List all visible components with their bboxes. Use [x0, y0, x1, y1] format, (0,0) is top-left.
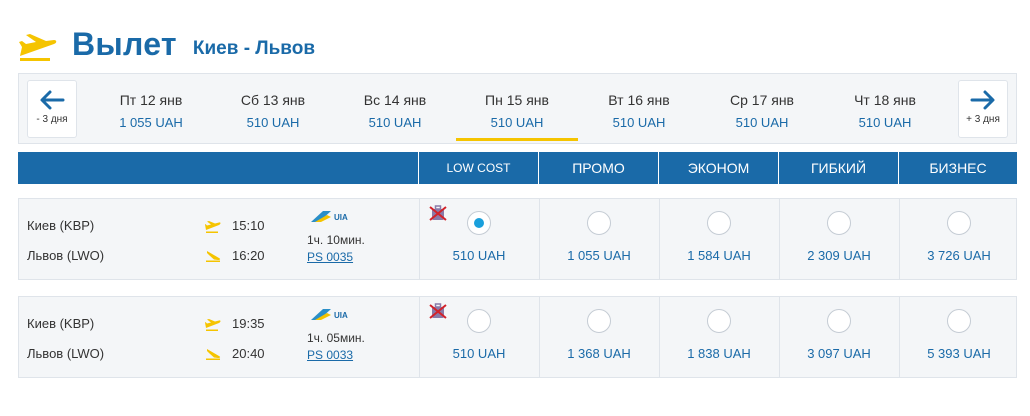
date-label: Вт 16 янв	[608, 92, 670, 108]
date-label: Сб 13 янв	[240, 92, 306, 108]
date-strip: - 3 дня Пт 12 янв 1 055 UAH Сб 13 янв 51…	[18, 73, 1017, 144]
date-tab[interactable]: Чт 18 янв 510 UAH	[824, 74, 946, 143]
flight-row: Киев (KBP) Львов (LWO) 19:35 20:40 UIA 1…	[18, 296, 1017, 378]
active-date-indicator	[456, 138, 578, 141]
flight-duration: 1ч. 10мин.	[307, 233, 365, 247]
flight-duration: 1ч. 05мин.	[307, 331, 365, 345]
to-city: Львов (LWO)	[27, 248, 105, 263]
next-days-button[interactable]: + 3 дня	[958, 80, 1008, 138]
fare-business[interactable]: 3 726 UAH	[899, 199, 1017, 279]
fare-price: 510 UAH	[452, 346, 506, 361]
date-label: Пн 15 янв	[485, 92, 549, 108]
date-price: 510 UAH	[735, 115, 789, 130]
uia-logo-icon: UIA	[311, 211, 348, 222]
date-price: 510 UAH	[246, 115, 300, 130]
departure-time: 15:10	[232, 218, 265, 233]
fare-radio[interactable]	[467, 309, 491, 333]
arrow-right-icon	[970, 90, 995, 110]
fare-radio[interactable]	[827, 211, 851, 235]
from-city: Киев (KBP)	[27, 218, 95, 233]
flight-number-link[interactable]: PS 0033	[307, 348, 353, 362]
class-low-cost: LOW COST	[418, 152, 538, 184]
date-label: Чт 18 янв	[854, 92, 916, 108]
fare-price: 1 368 UAH	[567, 346, 631, 361]
class-business: БИЗНЕС	[898, 152, 1017, 184]
fare-price: 1 838 UAH	[687, 346, 751, 361]
fare-radio[interactable]	[947, 211, 971, 235]
fare-economy[interactable]: 1 838 UAH	[659, 297, 779, 377]
fare-flex-economy[interactable]: 3 097 UAH	[779, 297, 899, 377]
flight-row: Киев (KBP) Львов (LWO) 15:10 16:20 UIA 1…	[18, 198, 1017, 280]
fare-radio[interactable]	[587, 211, 611, 235]
arrival-time: 20:40	[232, 346, 265, 361]
class-flex-economy: ГИБКИЙ ЭКОНОМ	[778, 152, 898, 208]
fare-promo[interactable]: 1 368 UAH	[539, 297, 659, 377]
route-label: Киев - Львов	[192, 38, 316, 59]
fare-price: 5 393 UAH	[927, 346, 991, 361]
fare-price: 3 097 UAH	[807, 346, 871, 361]
arrival-time: 16:20	[232, 248, 265, 263]
fare-radio-selected[interactable]	[467, 211, 491, 235]
prev-days-button[interactable]: - 3 дня	[27, 80, 77, 138]
date-tab[interactable]: Вс 14 янв 510 UAH	[334, 74, 456, 143]
date-price: 510 UAH	[858, 115, 912, 130]
class-economy: ЭКОНОМ	[658, 152, 778, 184]
fare-radio[interactable]	[827, 309, 851, 333]
fare-low-cost[interactable]: 510 UAH	[419, 199, 539, 279]
date-price: 510 UAH	[490, 115, 544, 130]
departure-icon	[205, 319, 221, 331]
fare-price: 510 UAH	[452, 248, 506, 263]
airline-code: UIA	[334, 311, 348, 320]
fare-price: 2 309 UAH	[807, 248, 871, 263]
page-header: Вылет Киев - Львов	[18, 22, 315, 62]
to-city: Львов (LWO)	[27, 346, 105, 361]
date-price: 510 UAH	[612, 115, 666, 130]
fare-price: 3 726 UAH	[927, 248, 991, 263]
fare-radio[interactable]	[947, 309, 971, 333]
date-price: 510 UAH	[368, 115, 422, 130]
class-promo: ПРОМО	[538, 152, 658, 184]
departure-icon	[205, 221, 221, 233]
fare-low-cost[interactable]: 510 UAH	[419, 297, 539, 377]
uia-logo-icon: UIA	[311, 309, 348, 320]
flight-number-link[interactable]: PS 0035	[307, 250, 353, 264]
fare-price: 1 584 UAH	[687, 248, 751, 263]
arrival-icon	[206, 251, 221, 262]
date-label: Ср 17 янв	[730, 92, 794, 108]
departure-time: 19:35	[232, 316, 265, 331]
plane-icon	[19, 34, 57, 61]
airline-code: UIA	[334, 213, 348, 222]
no-baggage-icon	[429, 303, 447, 319]
date-tab[interactable]: Пт 12 янв 1 055 UAH	[90, 74, 212, 143]
date-tab[interactable]: Сб 13 янв 510 UAH	[212, 74, 334, 143]
prev-days-label: - 3 дня	[36, 114, 68, 125]
from-city: Киев (KBP)	[27, 316, 95, 331]
date-label: Пт 12 янв	[119, 92, 183, 108]
fare-radio[interactable]	[707, 211, 731, 235]
no-baggage-icon	[429, 205, 447, 221]
fare-radio[interactable]	[587, 309, 611, 333]
date-tab-active[interactable]: Пн 15 янв 510 UAH	[456, 74, 578, 143]
fare-promo[interactable]: 1 055 UAH	[539, 199, 659, 279]
fare-class-header: LOW COST ПРОМО ЭКОНОМ ГИБКИЙ ЭКОНОМ БИЗН…	[18, 152, 1017, 208]
fare-economy[interactable]: 1 584 UAH	[659, 199, 779, 279]
arrival-icon	[206, 349, 221, 360]
next-days-label: + 3 дня	[966, 114, 1000, 125]
date-tab[interactable]: Вт 16 янв 510 UAH	[578, 74, 700, 143]
page-title: Вылет	[72, 26, 177, 62]
date-label: Вс 14 янв	[363, 92, 427, 108]
fare-flex-economy[interactable]: 2 309 UAH	[779, 199, 899, 279]
fare-price: 1 055 UAH	[567, 248, 631, 263]
fare-radio[interactable]	[707, 309, 731, 333]
arrow-left-icon	[40, 90, 65, 110]
fare-business[interactable]: 5 393 UAH	[899, 297, 1017, 377]
date-price: 1 055 UAH	[119, 115, 183, 130]
date-tab[interactable]: Ср 17 янв 510 UAH	[701, 74, 823, 143]
